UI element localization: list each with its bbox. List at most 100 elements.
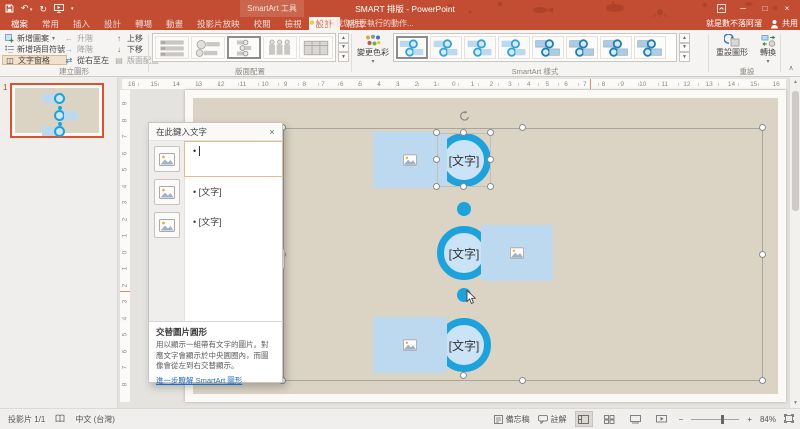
styles-more-button[interactable]: ▼ <box>679 52 690 62</box>
close-button[interactable]: × <box>776 0 798 17</box>
layouts-scroll-down-button[interactable]: ▼ <box>338 43 349 53</box>
layout-option-1[interactable] <box>155 36 189 59</box>
text-pane-row-1-active[interactable]: • <box>184 141 283 177</box>
language-indicator[interactable]: 中文 (台灣) <box>75 414 115 425</box>
scrollbar-thumb[interactable] <box>792 91 799 211</box>
save-button[interactable] <box>5 4 14 15</box>
insert-picture-button-1[interactable] <box>154 146 180 172</box>
frame-handle-middle-right[interactable] <box>759 251 766 258</box>
smartart-style-option-2[interactable] <box>430 36 462 59</box>
tab-home[interactable]: 常用 <box>35 17 66 30</box>
shape-handle-top-center[interactable] <box>460 129 467 136</box>
tab-transitions[interactable]: 轉場 <box>128 17 159 30</box>
tab-review[interactable]: 校閱 <box>247 17 278 30</box>
tab-slideshow[interactable]: 投影片放映 <box>190 17 247 30</box>
redo-button[interactable]: ↻ <box>39 3 47 15</box>
share-button[interactable]: 共用 <box>770 18 798 29</box>
zoom-slider[interactable] <box>691 419 739 420</box>
zoom-in-button[interactable]: + <box>747 415 752 424</box>
tab-design[interactable]: 設計 <box>97 17 128 30</box>
zoom-slider-thumb[interactable] <box>721 415 724 424</box>
customize-qat-caret-icon[interactable]: ▾ <box>71 3 74 15</box>
tab-insert[interactable]: 插入 <box>66 17 97 30</box>
collapse-ribbon-button[interactable]: ∧ <box>784 64 798 75</box>
smartart-style-option-6[interactable] <box>566 36 598 59</box>
learn-more-link[interactable]: 進一步瞭解 SmartArt 圖形 <box>156 375 242 386</box>
slide-indicator[interactable]: 投影片 1/1 <box>8 414 45 425</box>
shape-handle-top-left[interactable] <box>433 129 440 136</box>
ribbon-display-options-button[interactable] <box>710 0 732 17</box>
insert-picture-button-3[interactable] <box>154 212 180 238</box>
comments-button[interactable]: 註解 <box>538 414 567 425</box>
layout-option-2[interactable] <box>191 36 225 59</box>
shape-handle-bottom-left[interactable] <box>433 183 440 190</box>
shape-handle-middle-right[interactable] <box>487 156 494 163</box>
rotation-handle-icon[interactable] <box>458 110 471 123</box>
frame-handle-bottom-right[interactable] <box>759 377 766 384</box>
shape-handle-bottom-right[interactable] <box>487 183 494 190</box>
tab-animations[interactable]: 動畫 <box>159 17 190 30</box>
reset-graphic-button[interactable]: 重設圖形 <box>712 32 752 66</box>
user-name[interactable]: 就是數不落阿溜 <box>706 18 762 29</box>
tell-me-box[interactable]: 告訴我您想要執行的動作... <box>308 17 414 30</box>
text-pane-row-3[interactable]: • [文字] <box>193 215 222 228</box>
ruler-number: 7 <box>122 366 129 370</box>
frame-handle-top-center[interactable] <box>519 124 526 131</box>
frame-handle-top-right[interactable] <box>759 124 766 131</box>
fit-to-window-button[interactable] <box>784 414 794 425</box>
ruler-number: 2 <box>122 283 129 287</box>
insert-picture-button-2[interactable] <box>154 179 180 205</box>
zoom-out-button[interactable]: − <box>679 415 684 424</box>
styles-scroll-up-button[interactable]: ▲ <box>679 33 690 43</box>
styles-scroll-down-button[interactable]: ▼ <box>679 43 690 53</box>
add-bullet-button[interactable]: 新增項目符號 <box>2 44 67 54</box>
slide-thumbnail-1[interactable] <box>10 83 104 138</box>
slideshow-view-button[interactable] <box>653 411 671 427</box>
convert-button[interactable]: 轉換 ▾ <box>754 32 782 66</box>
node-2-placeholder-text[interactable]: [文字] <box>449 245 480 262</box>
shape-connection-handle[interactable] <box>460 372 467 379</box>
smartart-style-option-3[interactable] <box>464 36 496 59</box>
shape-handle-bottom-center[interactable] <box>460 183 467 190</box>
slide-sorter-view-button[interactable] <box>601 411 619 427</box>
scroll-up-icon[interactable]: ▲ <box>790 79 800 85</box>
vertical-scrollbar[interactable]: ▲ ▼ <box>789 77 800 408</box>
smartart-node-3-picture[interactable] <box>373 317 447 373</box>
notes-button[interactable]: 備忘稿 <box>494 414 530 425</box>
smartart-style-option-4[interactable] <box>498 36 530 59</box>
promote-button[interactable]: ← 升階 <box>62 33 111 43</box>
text-pane-toggle-button[interactable]: ◫ 文字窗格 <box>2 55 67 65</box>
layouts-more-button[interactable]: ▼ <box>338 52 349 62</box>
reading-view-button[interactable] <box>627 411 645 427</box>
smartart-style-option-8[interactable] <box>634 36 666 59</box>
right-to-left-button[interactable]: ⇄ 從右至左 <box>62 55 111 65</box>
language-proofing-icon[interactable] <box>55 414 65 425</box>
undo-button[interactable]: ↶ ▾ <box>21 2 32 16</box>
text-pane-row-2[interactable]: • [文字] <box>193 185 222 198</box>
change-colors-button[interactable]: 變更色彩 ▾ <box>355 32 391 66</box>
smartart-node-2-picture[interactable] <box>481 225 553 281</box>
node-3-placeholder-text[interactable]: [文字] <box>449 337 480 354</box>
maximize-button[interactable]: □ <box>754 0 776 17</box>
zoom-level[interactable]: 84% <box>760 415 776 424</box>
normal-view-button[interactable] <box>575 411 593 427</box>
smartart-style-option-5[interactable] <box>532 36 564 59</box>
start-slideshow-button[interactable] <box>54 4 64 15</box>
tab-view[interactable]: 檢視 <box>278 17 309 30</box>
add-shape-button[interactable]: 新增圖案▾ <box>2 33 67 43</box>
minimize-button[interactable]: ─ <box>732 0 754 17</box>
layout-option-4[interactable] <box>263 36 297 59</box>
tab-file[interactable]: 檔案 <box>4 17 35 30</box>
text-pane-close-button[interactable]: × <box>266 126 278 138</box>
frame-handle-bottom-center[interactable] <box>519 377 526 384</box>
shape-handle-top-right[interactable] <box>487 129 494 136</box>
connector-dot-1[interactable] <box>457 202 471 216</box>
layout-option-5[interactable] <box>299 36 333 59</box>
smartart-style-option-1[interactable] <box>396 36 428 59</box>
smartart-style-option-7[interactable] <box>600 36 632 59</box>
scroll-down-icon[interactable]: ▼ <box>790 400 800 406</box>
layout-option-3-selected[interactable] <box>227 36 261 59</box>
demote-button[interactable]: → 降階 <box>62 44 111 54</box>
shape-handle-middle-left[interactable] <box>433 156 440 163</box>
layouts-scroll-up-button[interactable]: ▲ <box>338 33 349 43</box>
